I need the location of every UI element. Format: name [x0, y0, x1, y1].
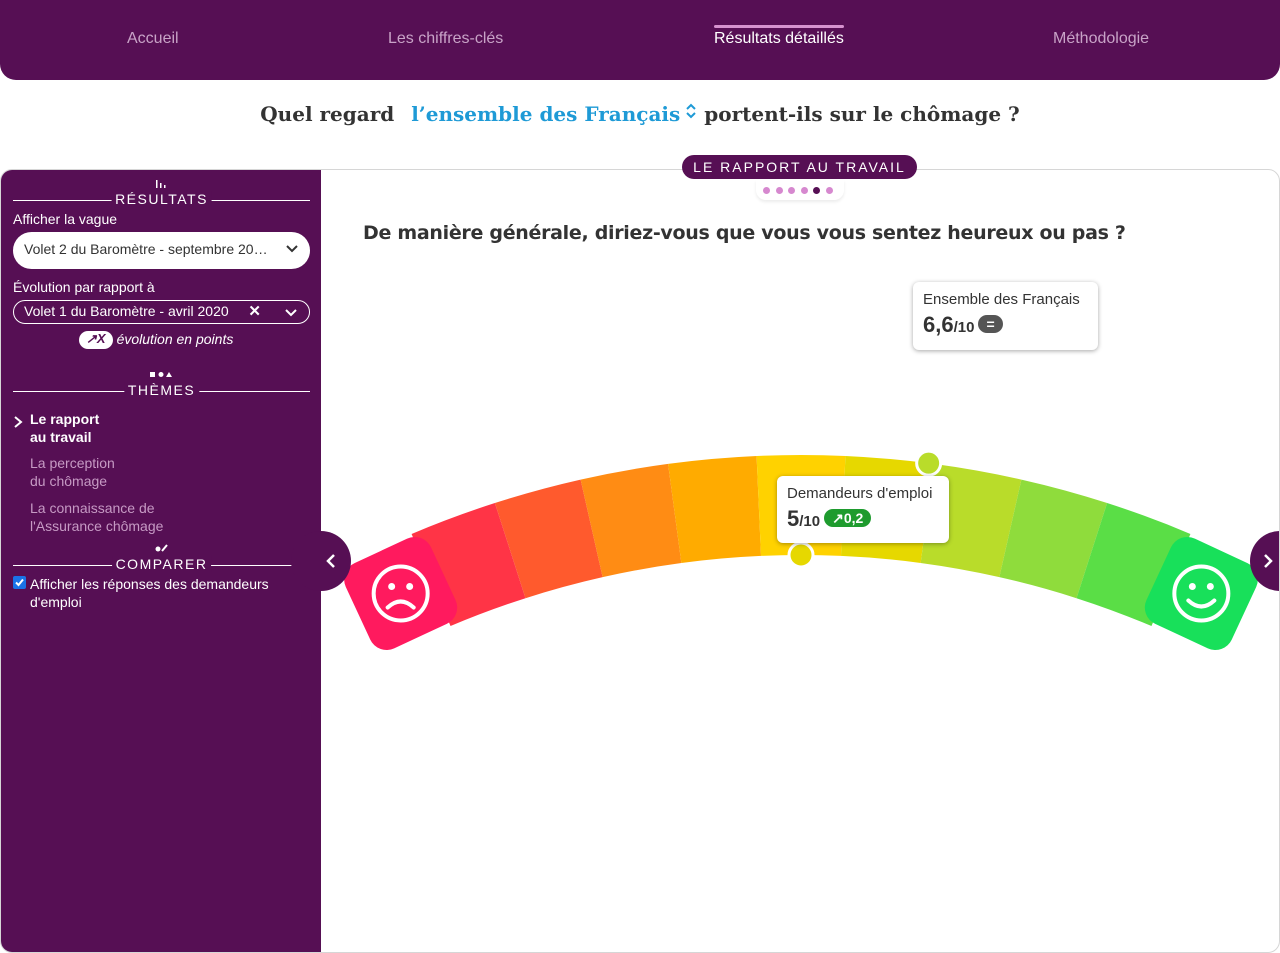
pagination-dot[interactable]	[800, 187, 808, 194]
happiness-gauge	[344, 449, 1258, 650]
evolution-legend-text: évolution en points	[116, 331, 234, 347]
gauge-segment	[668, 455, 762, 563]
bar-chart-icon	[155, 179, 167, 191]
content-panel: RÉSULTATS Afficher la vague Volet 2 du B…	[0, 169, 1280, 953]
title-suffix: portent-ils sur le chômage ?	[704, 102, 1020, 126]
shapes-icon	[149, 371, 173, 381]
top-navigation: Accueil Les chiffres-clés Résultats déta…	[0, 0, 1280, 80]
title-prefix: Quel regard	[260, 102, 395, 126]
population-selector[interactable]: l’ensemble des Français	[411, 102, 680, 126]
pagination-dot[interactable]	[763, 187, 770, 194]
tab-methodologie[interactable]: Méthodologie	[1053, 30, 1149, 52]
delta-badge: ↗0,2	[824, 509, 872, 527]
result-name: Ensemble des Français	[923, 291, 1080, 308]
theme-rapport-travail[interactable]: Le rapport au travail	[30, 410, 99, 446]
clear-icon[interactable]: ✕	[248, 302, 261, 320]
pagination-dots	[756, 180, 844, 200]
afficher-vague-label: Afficher la vague	[13, 211, 118, 227]
result-marker	[915, 449, 943, 477]
result-name: Demandeurs d'emploi	[787, 485, 933, 502]
compare-checkbox-label[interactable]: Afficher les réponses des demandeurs d'e…	[30, 575, 300, 611]
chevron-left-icon	[326, 554, 335, 568]
pagination-dot[interactable]	[825, 187, 833, 194]
resultats-heading: RÉSULTATS	[13, 191, 310, 209]
result-bubble-ensemble: Ensemble des Français 6,6/10 =	[913, 282, 1098, 350]
checkmark-icon	[15, 578, 24, 587]
result-marker	[787, 541, 815, 569]
sort-updown-icon[interactable]	[684, 102, 698, 124]
main-area: De manière générale, diriez-vous que vou…	[321, 170, 1279, 952]
result-score: 6,6/10 =	[923, 312, 1003, 338]
chevron-down-icon	[286, 245, 298, 253]
tab-chiffres-cles[interactable]: Les chiffres-clés	[388, 30, 503, 52]
result-bubble-demandeurs: Demandeurs d'emploi 5/10 ↗0,2	[777, 476, 949, 543]
compare-checkbox[interactable]	[13, 576, 26, 589]
pagination-dot[interactable]	[788, 187, 795, 194]
vague-select[interactable]: Volet 2 du Baromètre - septembre 20…	[13, 232, 310, 269]
sidebar: RÉSULTATS Afficher la vague Volet 2 du B…	[1, 170, 321, 952]
page-title: Quel regard l’ensemble des Français port…	[0, 102, 1280, 126]
section-tab: LE RAPPORT AU TRAVAIL	[682, 155, 917, 179]
pagination-dot[interactable]	[775, 187, 783, 194]
chevron-right-icon	[14, 416, 23, 428]
vague-selected-value: Volet 2 du Baromètre - septembre 20…	[24, 241, 268, 257]
evolution-label: Évolution par rapport à	[13, 279, 155, 295]
compare-icon	[154, 544, 168, 554]
theme-perception-chomage[interactable]: La perception du chômage	[30, 454, 115, 490]
delta-badge: =	[978, 315, 1003, 333]
chevron-right-icon	[1264, 554, 1273, 568]
comparer-heading: COMPARER	[13, 556, 310, 574]
evolution-legend: ↗X évolution en points	[79, 331, 233, 349]
chevron-down-icon	[285, 309, 297, 317]
evolution-pill: ↗X	[79, 331, 113, 349]
pagination-dot[interactable]	[813, 187, 820, 194]
evolution-select[interactable]: Volet 1 du Baromètre - avril 2020 ✕	[13, 300, 310, 324]
tab-accueil[interactable]: Accueil	[127, 30, 179, 52]
theme-connaissance-assurance[interactable]: La connaissance de l'Assurance chômage	[30, 499, 163, 535]
tab-resultats-detailles[interactable]: Résultats détaillés	[714, 25, 844, 52]
result-score: 5/10 ↗0,2	[787, 506, 872, 532]
previous-button[interactable]	[291, 531, 351, 591]
evolution-selected-value: Volet 1 du Baromètre - avril 2020	[24, 303, 229, 319]
themes-heading: THÈMES	[13, 382, 310, 400]
